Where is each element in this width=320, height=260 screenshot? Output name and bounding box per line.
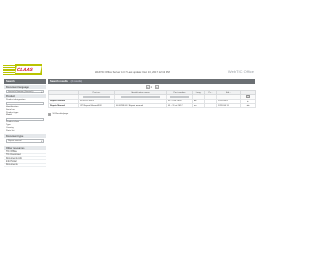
language: en [192,102,205,109]
product-section: Product Product designation Identificati… [4,94,46,133]
section-title: Document type [4,134,46,139]
first-page-button[interactable]: « [146,85,150,89]
filter-input[interactable] [170,95,189,99]
search-results-panel: Search results (2 results) « 1 » Part no… [48,79,256,209]
server-info: WebTIC Office Server 4.3.7 Last update: … [95,71,170,74]
results-per-page-label: 10 Results/page [52,113,69,116]
section-title: Document language [4,85,46,89]
row-action-icon[interactable]: ◂ ▸ [246,105,249,107]
product-designation-input[interactable] [6,102,44,106]
document-language-section: Document language Deutsch/German (Deutsc… [4,85,46,94]
search-sidebar: Search Document language Deutsch/German … [4,79,46,209]
sidebar-link-documents[interactable]: Documents [4,164,46,168]
next-page-button[interactable]: » [155,85,159,89]
row-action-icon[interactable]: ▸ [247,100,248,102]
current-page: 1 [150,85,152,89]
results-title: Search results [50,80,68,84]
part-no: CP Repair Manual/LW [78,102,115,109]
logo-text: CLAAS [16,67,34,73]
results-table: Part no. Identification name Part number… [48,90,256,109]
table-row[interactable]: Repair Manual CP Repair Manual/LW 00 029… [48,102,256,109]
logo-stripes [3,65,15,75]
app-header: CLAAS WebTIC Office Server 4.3.7 Last up… [0,58,260,78]
identification-name: 00 0298 00 / Repair manual [114,102,167,109]
sidebar-title: Search [4,79,46,84]
edition: 12/2016 11 [216,102,241,109]
other-resources-section: Other resources TIC Offline TIC Download… [4,146,46,168]
document-name[interactable]: Repair Manual [48,102,79,109]
filter-button[interactable]: ▿ [246,95,250,99]
document-type-section: Document type Repair manual [4,134,46,143]
document-type-select[interactable]: Repair manual [6,138,44,143]
pager: « 1 » [48,84,255,90]
app-title: WebTIC Office [227,69,254,74]
part-number: 01 - 11 et 2017 [166,102,193,109]
results-per-page: ▾ 10 Results/page [48,112,255,117]
results-count: (2 results) [70,80,83,84]
document-language-select[interactable]: Deutsch/German (Deutsch) [6,89,44,94]
field-label: Parts list [6,129,15,132]
filter-input[interactable] [83,95,110,99]
filter-input[interactable] [120,95,161,99]
results-per-page-select[interactable]: ▾ [48,112,52,117]
claas-logo[interactable]: CLAAS [15,64,42,75]
product [204,102,217,109]
